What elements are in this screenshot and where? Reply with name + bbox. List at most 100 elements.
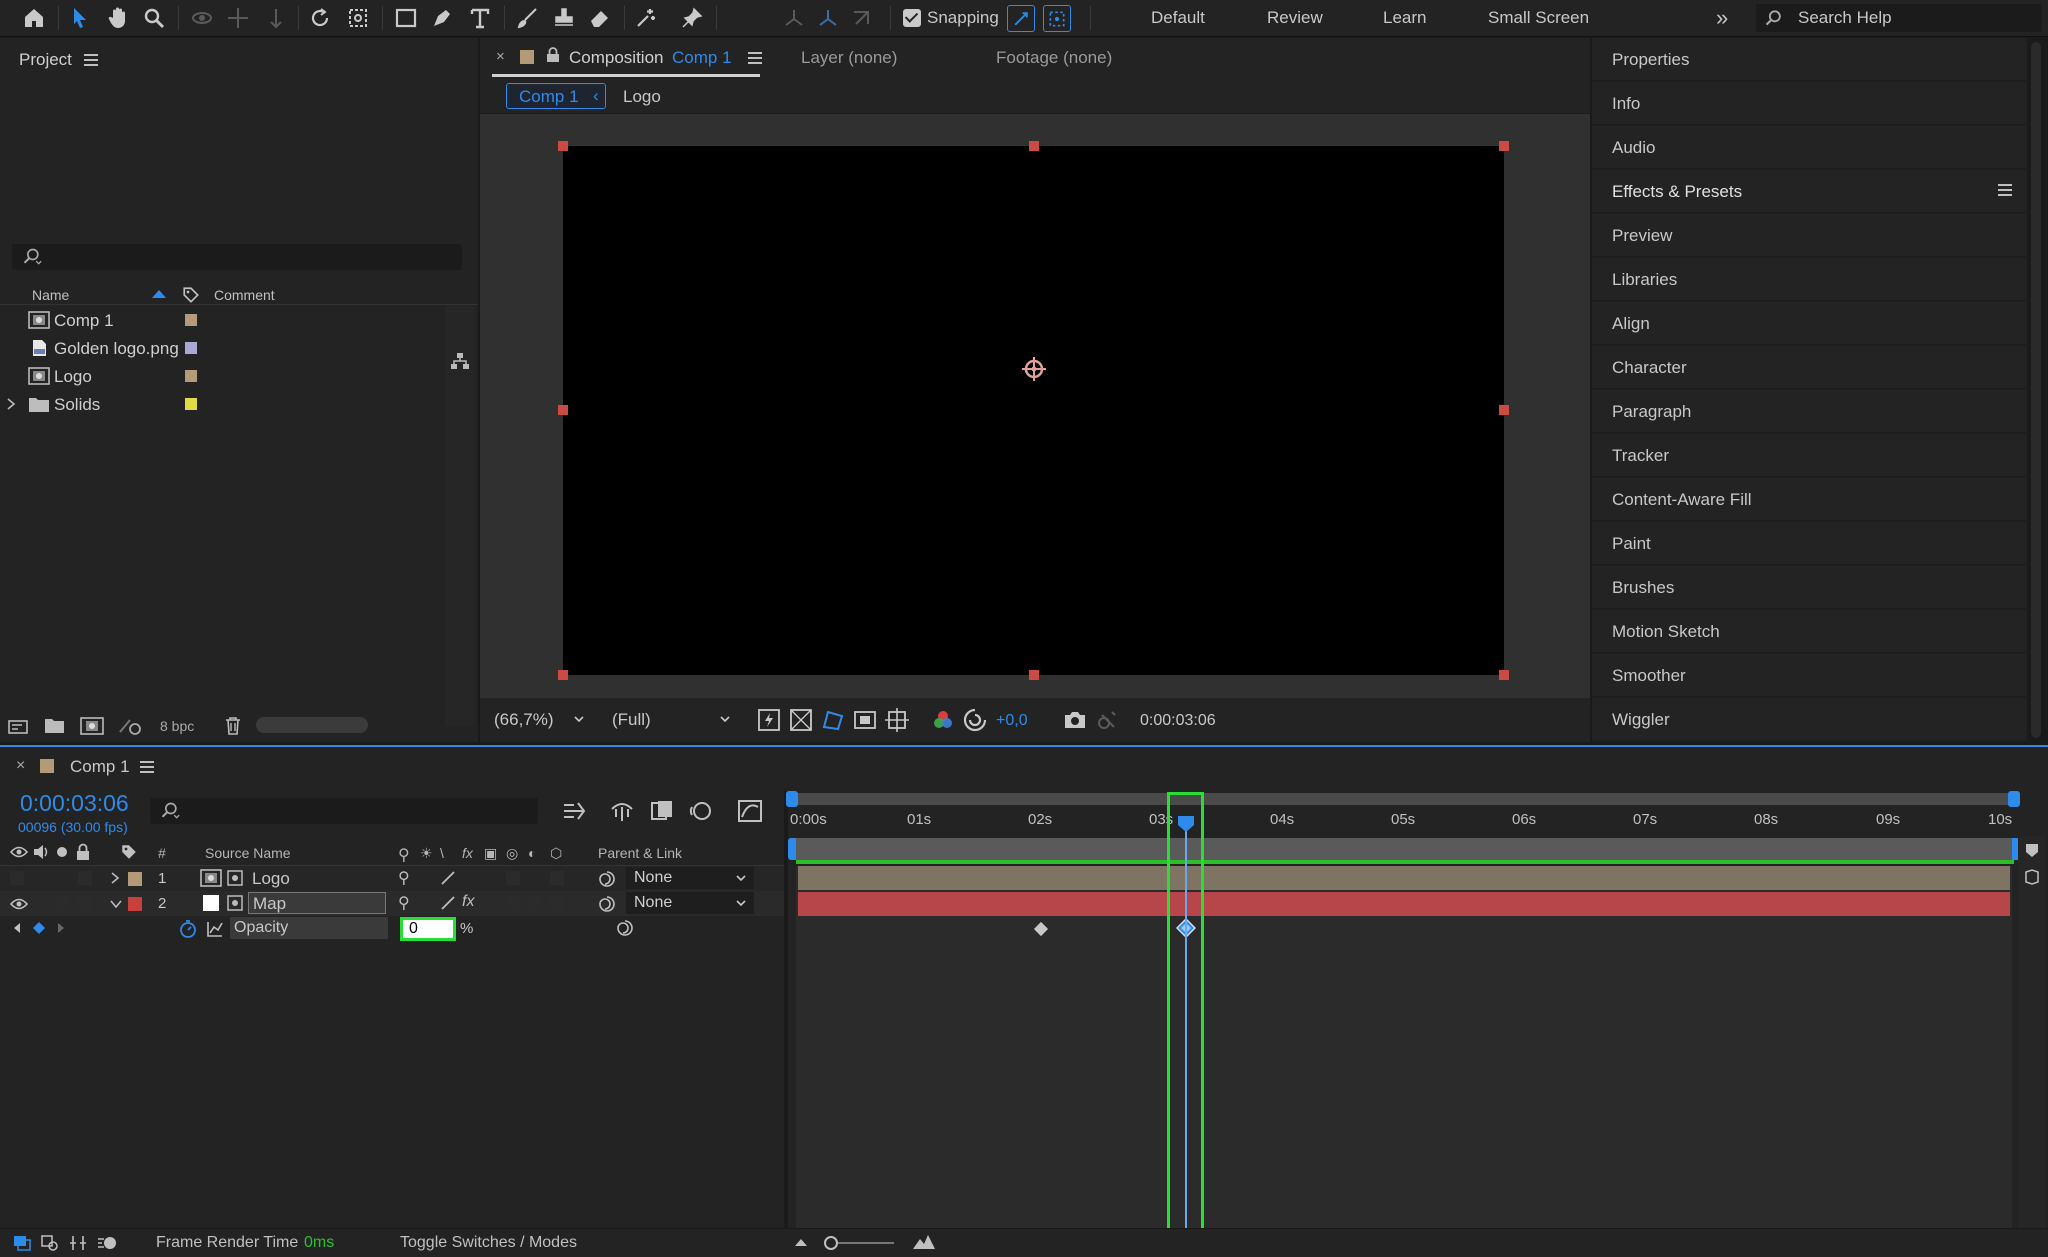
pen-tool-icon[interactable]	[428, 4, 456, 32]
add-keyframe-icon[interactable]	[32, 921, 46, 935]
frame-blending-icon[interactable]	[648, 797, 676, 825]
timeline-search-input[interactable]	[150, 798, 538, 824]
close-icon[interactable]: ×	[496, 48, 505, 65]
pan-behind-icon[interactable]	[344, 4, 372, 32]
chevron-down-icon[interactable]	[110, 899, 122, 909]
channels-icon[interactable]	[930, 707, 956, 733]
pan-camera-icon[interactable]	[224, 4, 252, 32]
layer-handle[interactable]	[558, 405, 568, 415]
layer-handle[interactable]	[558, 141, 568, 151]
video-eye-icon[interactable]	[10, 845, 28, 859]
chevron-right-icon[interactable]	[110, 872, 120, 884]
quality-switch-icon[interactable]	[440, 895, 456, 911]
snapshot-camera-icon[interactable]	[1062, 707, 1088, 733]
layer-handle[interactable]	[1499, 141, 1509, 151]
column-source-name[interactable]: Source Name	[205, 845, 291, 861]
type-tool-icon[interactable]	[466, 4, 494, 32]
timeline-zoom-knob[interactable]	[824, 1236, 838, 1250]
effects-presets-menu-icon[interactable]	[1998, 184, 2012, 196]
layer-row-logo[interactable]: 1 Logo ⚲ None	[0, 866, 786, 891]
opacity-value-input[interactable]	[400, 917, 456, 941]
thumbnail-size-slider[interactable]	[256, 717, 368, 733]
comment-marker-icon[interactable]	[2024, 842, 2040, 858]
timeline-menu-icon[interactable]	[140, 761, 154, 773]
panel-brushes[interactable]: Brushes	[1592, 566, 2026, 608]
search-help-input[interactable]	[1798, 7, 2028, 29]
graph-editor-icon[interactable]	[736, 797, 764, 825]
shy-switch-icon[interactable]: ⚲	[398, 893, 410, 913]
label-tag-icon[interactable]	[120, 843, 138, 861]
motion-blur-switch[interactable]	[506, 896, 520, 910]
world-axis-icon[interactable]	[814, 4, 842, 32]
panel-align[interactable]: Align	[1592, 302, 2026, 344]
bit-depth-button[interactable]: 8 bpc	[160, 718, 194, 734]
lock-switch[interactable]	[78, 896, 92, 910]
dolly-camera-icon[interactable]	[262, 4, 290, 32]
column-name[interactable]: Name	[32, 287, 69, 303]
snap-features-icon[interactable]	[1043, 5, 1071, 32]
project-item-logo[interactable]: Logo	[0, 362, 445, 390]
chevron-right-icon[interactable]	[6, 398, 16, 410]
column-comment[interactable]: Comment	[214, 287, 275, 303]
layer-bar-logo[interactable]	[798, 866, 2010, 890]
rotate-tool-icon[interactable]	[306, 4, 334, 32]
sort-ascending-icon[interactable]	[151, 289, 167, 299]
panel-paint[interactable]: Paint	[1592, 522, 2026, 564]
panel-wiggler[interactable]: Wiggler	[1592, 698, 2026, 740]
new-composition-icon[interactable]	[80, 716, 104, 736]
zoom-in-icon[interactable]	[912, 1233, 936, 1251]
panel-libraries[interactable]: Libraries	[1592, 258, 2026, 300]
selection-tool-icon[interactable]	[66, 4, 94, 32]
panel-character[interactable]: Character	[1592, 346, 2026, 388]
layer-handle[interactable]	[1499, 670, 1509, 680]
adjustment-switch[interactable]	[528, 896, 542, 910]
reset-exposure-icon[interactable]	[962, 707, 988, 733]
panel-motion-sketch[interactable]: Motion Sketch	[1592, 610, 2026, 652]
audio-speaker-icon[interactable]	[32, 844, 50, 860]
workspace-default[interactable]: Default	[1151, 8, 1205, 28]
parent-dropdown[interactable]: None	[626, 867, 754, 889]
timeline-scrollbar[interactable]	[2018, 836, 2046, 1228]
layer-bar-map[interactable]	[798, 892, 2010, 916]
panel-audio[interactable]: Audio	[1592, 126, 2026, 168]
quality-switch-icon[interactable]	[440, 870, 456, 886]
timeline-current-time[interactable]: 0:00:03:06	[20, 790, 129, 817]
mask-path-visibility-icon[interactable]	[820, 707, 846, 733]
zoom-tool-icon[interactable]	[140, 4, 168, 32]
composition-canvas[interactable]	[563, 146, 1504, 675]
work-area-bar[interactable]	[796, 838, 2014, 860]
puppet-pin-icon[interactable]	[678, 4, 706, 32]
time-ruler[interactable]: 0:00s 01s 02s 03s 04s 05s 06s 07s 08s 09…	[790, 805, 2016, 835]
motion-blur-icon[interactable]	[686, 797, 714, 825]
solo-switch[interactable]	[56, 896, 70, 910]
property-name[interactable]: Opacity	[230, 917, 388, 939]
right-panel-scrollbar[interactable]	[2028, 38, 2044, 742]
panel-smoother[interactable]: Smoother	[1592, 654, 2026, 696]
panel-tracker[interactable]: Tracker	[1592, 434, 2026, 476]
layer-label-swatch[interactable]	[128, 897, 142, 911]
lock-switch[interactable]	[78, 871, 92, 885]
fast-preview-icon[interactable]	[756, 707, 782, 733]
label-color-swatch[interactable]	[185, 342, 197, 354]
project-search-input[interactable]	[12, 244, 462, 270]
transparency-grid-icon[interactable]	[788, 707, 814, 733]
parent-dropdown[interactable]: None	[626, 892, 754, 914]
panel-content-aware-fill[interactable]: Content-Aware Fill	[1592, 478, 2026, 520]
next-keyframe-icon[interactable]	[56, 922, 66, 934]
project-scrollbar[interactable]	[445, 306, 475, 726]
workspace-learn[interactable]: Learn	[1383, 8, 1426, 28]
workspace-small-screen[interactable]: Small Screen	[1488, 8, 1589, 28]
project-menu-icon[interactable]	[84, 54, 98, 66]
trash-icon[interactable]	[224, 716, 242, 736]
label-color-swatch[interactable]	[185, 370, 197, 382]
snap-edges-icon[interactable]	[1007, 5, 1035, 32]
effects-switch-icon[interactable]: fx	[462, 893, 474, 911]
comp-mini-flowchart-icon[interactable]	[560, 797, 588, 825]
view-axis-icon[interactable]	[848, 4, 876, 32]
flowchart-icon[interactable]	[450, 352, 470, 370]
project-item-golden-logo[interactable]: Golden logo.png	[0, 334, 445, 362]
label-tag-icon[interactable]	[182, 286, 200, 304]
grid-guides-icon[interactable]	[884, 707, 910, 733]
motion-blur-switch[interactable]	[506, 871, 520, 885]
comp-marker-bin-icon[interactable]	[2022, 868, 2042, 886]
